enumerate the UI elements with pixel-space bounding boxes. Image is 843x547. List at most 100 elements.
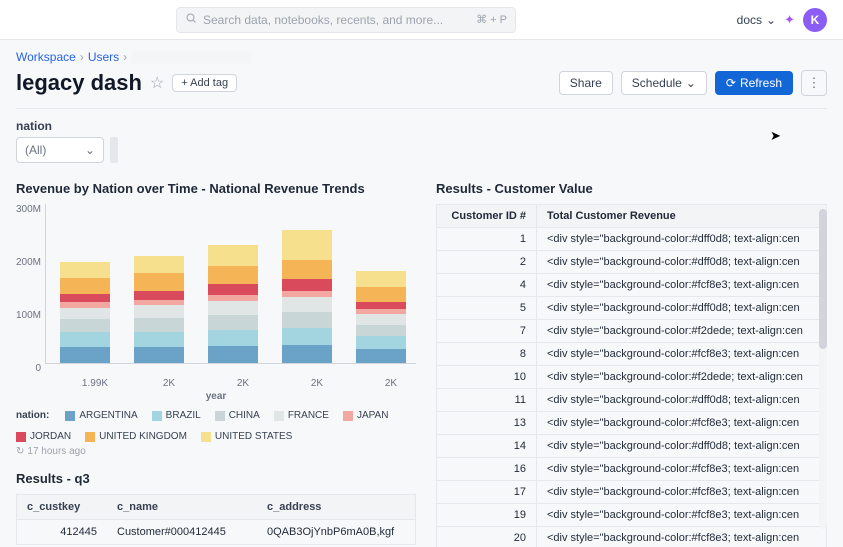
customer-value-panel: Results - Customer Value Customer ID # T… <box>436 181 827 547</box>
schedule-label: Schedule <box>632 76 682 90</box>
bar-segment <box>134 318 184 332</box>
legend-item: ARGENTINA <box>65 410 137 421</box>
bar-segment <box>282 279 332 291</box>
nation-filter-select[interactable]: (All) ⌄ <box>16 137 104 163</box>
legend-item: UNITED STATES <box>201 431 292 442</box>
legend-label-text: ARGENTINA <box>79 410 137 421</box>
legend-item: CHINA <box>215 410 260 421</box>
cv-cell-revenue: <div style="background-color:#dff0d8; te… <box>537 435 826 457</box>
q3-cell: 0QAB3OjYnbP6mA0B,kgf <box>257 520 415 544</box>
scrollbar[interactable] <box>819 209 827 529</box>
cv-header-row: Customer ID # Total Customer Revenue <box>436 204 827 228</box>
table-row[interactable]: 10<div style="background-color:#f2dede; … <box>436 366 827 389</box>
table-row[interactable]: 5<div style="background-color:#dff0d8; t… <box>436 297 827 320</box>
table-row[interactable]: 412445 Customer#000412445 0QAB3OjYnbP6mA… <box>16 520 416 545</box>
cv-cell-revenue: <div style="background-color:#fcf8e3; te… <box>537 412 826 434</box>
bar-segment <box>60 294 110 303</box>
q3-cell: Customer#000412445 <box>107 520 257 544</box>
table-row[interactable]: 19<div style="background-color:#fcf8e3; … <box>436 504 827 527</box>
workspace-switcher[interactable]: docs ⌄ <box>737 13 776 27</box>
cv-col-id: Customer ID # <box>437 205 537 227</box>
bar-segment <box>282 297 332 312</box>
cv-cell-id: 2 <box>437 251 537 273</box>
x-axis: 1.99K 2K 2K 2K 2K <box>16 378 416 389</box>
refresh-button[interactable]: ⟳ Refresh <box>715 71 793 95</box>
cv-cell-revenue: <div style="background-color:#f2dede; te… <box>537 320 826 342</box>
x-tick: 2K <box>144 378 194 389</box>
legend-label-text: UNITED STATES <box>215 431 292 442</box>
cv-cell-id: 17 <box>437 481 537 503</box>
q3-cell: 412445 <box>17 520 107 544</box>
y-axis: revenue 300M 200M 100M 0 <box>16 204 45 374</box>
cv-cell-revenue: <div style="background-color:#fcf8e3; te… <box>537 527 826 547</box>
search-icon <box>185 12 197 27</box>
cv-cell-id: 1 <box>437 228 537 250</box>
cv-cell-id: 19 <box>437 504 537 526</box>
bar-segment <box>356 349 406 363</box>
q3-header-row: c_custkey c_name c_address <box>16 494 416 520</box>
bar-segment <box>282 230 332 260</box>
bar <box>282 230 332 363</box>
table-row[interactable]: 16<div style="background-color:#fcf8e3; … <box>436 458 827 481</box>
avatar[interactable]: K <box>803 8 827 32</box>
bar <box>60 262 110 363</box>
cv-cell-revenue: <div style="background-color:#dff0d8; te… <box>537 228 826 250</box>
bar-segment <box>134 305 184 318</box>
x-tick: 1.99K <box>70 378 120 389</box>
cv-title: Results - Customer Value <box>436 181 827 196</box>
bar-segment <box>282 312 332 328</box>
bar-segment <box>134 256 184 273</box>
sparkle-icon[interactable]: ✦ <box>784 12 795 28</box>
clock-icon: ↻ <box>16 446 24 457</box>
y-tick: 0 <box>35 363 41 374</box>
refresh-icon: ⟳ <box>726 76 736 90</box>
bar <box>208 245 258 363</box>
legend-swatch <box>152 411 162 421</box>
legend-label-text: JORDAN <box>30 431 71 442</box>
table-row[interactable]: 11<div style="background-color:#dff0d8; … <box>436 389 827 412</box>
scrollbar-thumb[interactable] <box>819 209 827 349</box>
cv-cell-revenue: <div style="background-color:#fcf8e3; te… <box>537 458 826 480</box>
cv-cell-id: 5 <box>437 297 537 319</box>
cv-cell-id: 8 <box>437 343 537 365</box>
table-row[interactable]: 8<div style="background-color:#fcf8e3; t… <box>436 343 827 366</box>
table-row[interactable]: 2<div style="background-color:#dff0d8; t… <box>436 251 827 274</box>
table-row[interactable]: 20<div style="background-color:#fcf8e3; … <box>436 527 827 547</box>
chevron-down-icon: ⌄ <box>85 143 95 157</box>
bar <box>134 256 184 363</box>
more-button[interactable]: ⋮ <box>801 70 827 96</box>
search-input[interactable]: Search data, notebooks, recents, and mor… <box>176 7 516 33</box>
table-row[interactable]: 7<div style="background-color:#f2dede; t… <box>436 320 827 343</box>
legend-label-text: BRAZIL <box>166 410 201 421</box>
bar-segment <box>208 266 258 284</box>
chart-title: Revenue by Nation over Time - National R… <box>16 181 416 196</box>
legend-title: nation: <box>16 410 49 421</box>
x-tick: 2K <box>218 378 268 389</box>
chevron-down-icon: ⌄ <box>766 13 776 27</box>
chevron-down-icon: ⌄ <box>686 76 696 90</box>
table-row[interactable]: 4<div style="background-color:#fcf8e3; t… <box>436 274 827 297</box>
bar-segment <box>282 328 332 345</box>
nation-filter-value: (All) <box>25 143 46 157</box>
legend-swatch <box>201 432 211 442</box>
breadcrumb-workspace[interactable]: Workspace <box>16 50 76 64</box>
bar-segment <box>60 332 110 347</box>
table-row[interactable]: 17<div style="background-color:#fcf8e3; … <box>436 481 827 504</box>
cv-cell-revenue: <div style="background-color:#fcf8e3; te… <box>537 343 826 365</box>
table-row[interactable]: 1<div style="background-color:#dff0d8; t… <box>436 228 827 251</box>
drag-handle[interactable] <box>110 137 118 163</box>
x-tick: 2K <box>366 378 416 389</box>
breadcrumb-users[interactable]: Users <box>88 50 119 64</box>
x-tick: 2K <box>292 378 342 389</box>
schedule-button[interactable]: Schedule ⌄ <box>621 71 707 95</box>
legend-swatch <box>65 411 75 421</box>
share-button[interactable]: Share <box>559 71 613 95</box>
legend-label-text: UNITED KINGDOM <box>99 431 187 442</box>
table-row[interactable]: 13<div style="background-color:#fcf8e3; … <box>436 412 827 435</box>
bar-segment <box>208 301 258 315</box>
search-placeholder: Search data, notebooks, recents, and mor… <box>203 13 443 27</box>
star-icon[interactable]: ☆ <box>150 73 164 93</box>
workspace-label: docs <box>737 13 762 27</box>
table-row[interactable]: 14<div style="background-color:#dff0d8; … <box>436 435 827 458</box>
add-tag-button[interactable]: + Add tag <box>172 74 237 92</box>
